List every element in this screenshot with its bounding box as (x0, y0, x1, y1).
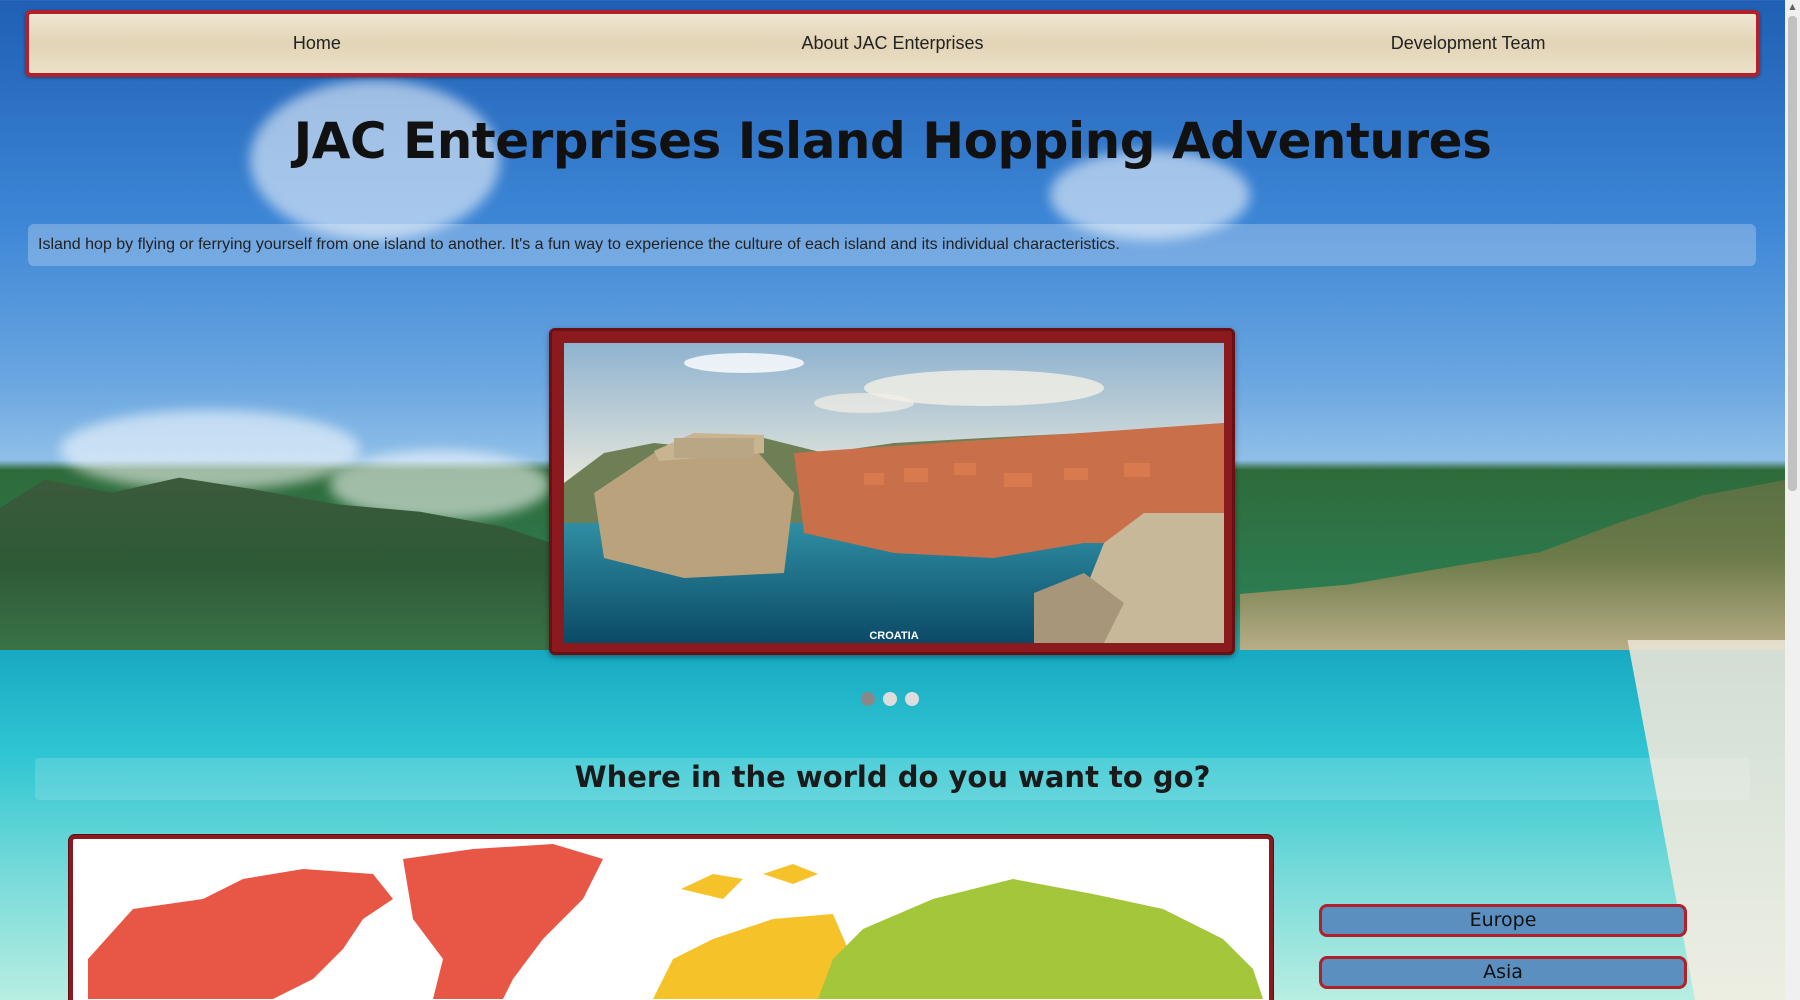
nav-home-link[interactable]: Home (29, 33, 605, 54)
map-region-asia[interactable] (818, 879, 1263, 999)
region-button-europe[interactable]: Europe (1319, 904, 1687, 937)
carousel-dot-3[interactable] (905, 692, 919, 706)
image-carousel[interactable]: CROATIA (549, 328, 1235, 655)
scroll-thumb[interactable] (1788, 16, 1797, 491)
scroll-up-icon[interactable]: ▲ (1788, 2, 1797, 12)
nav-team-link[interactable]: Development Team (1180, 33, 1756, 54)
page-title: JAC Enterprises Island Hopping Adventure… (293, 112, 1492, 170)
top-nav: Home About JAC Enterprises Development T… (25, 10, 1760, 77)
map-region-svalbard[interactable] (763, 864, 818, 884)
page-scrollbar[interactable]: ▲ (1785, 0, 1800, 1000)
nav-about-link[interactable]: About JAC Enterprises (605, 33, 1181, 54)
destination-question: Where in the world do you want to go? (35, 758, 1750, 800)
map-region-iceland[interactable] (681, 874, 743, 899)
map-region-north-america[interactable] (88, 869, 393, 999)
carousel-indicators (861, 692, 919, 706)
region-button-asia[interactable]: Asia (1319, 956, 1687, 989)
world-map-graphic (88, 844, 1263, 999)
world-map[interactable] (69, 835, 1273, 1000)
carousel-slide-image: CROATIA (564, 343, 1224, 643)
carousel-dot-1[interactable] (861, 692, 875, 706)
map-region-europe[interactable] (653, 914, 848, 999)
map-region-greenland[interactable] (403, 844, 603, 999)
croatia-coast-illustration (564, 343, 1224, 643)
intro-text: Island hop by flying or ferrying yoursel… (28, 224, 1756, 266)
carousel-caption: CROATIA (869, 630, 919, 642)
cloud (60, 410, 360, 490)
carousel-dot-2[interactable] (883, 692, 897, 706)
